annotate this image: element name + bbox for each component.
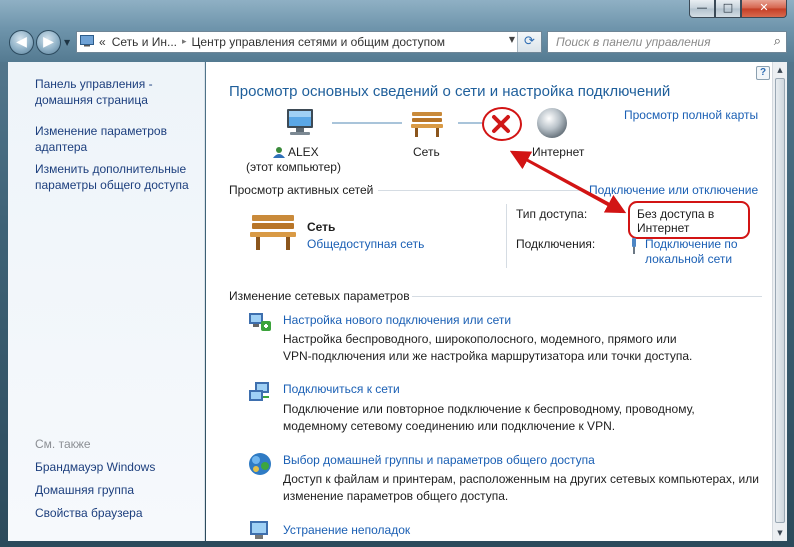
network-label: Сеть (413, 145, 440, 159)
computer-subtitle: (этот компьютер) (246, 160, 341, 174)
active-network-name: Сеть (307, 220, 336, 234)
computer-name: ALEX (288, 145, 319, 159)
recent-pages-dropdown-icon[interactable]: ▼ (64, 38, 70, 47)
homegroup-icon (249, 453, 271, 475)
search-icon[interactable]: ⌕ (774, 34, 781, 49)
control-panel-icon (77, 34, 97, 50)
troubleshoot-icon (250, 521, 268, 539)
minimize-button[interactable]: — (689, 0, 715, 18)
sidebar-item-adapter-settings[interactable]: Изменение параметров адаптера (35, 123, 167, 155)
scroll-thumb[interactable] (775, 78, 785, 523)
computer-icon (287, 109, 313, 135)
internet-globe-icon (537, 108, 567, 138)
network-bench-icon (411, 112, 443, 137)
sidebar-item-home[interactable]: Панель управления - домашняя страница (35, 76, 153, 108)
see-also-homegroup[interactable]: Домашняя группа (35, 482, 134, 498)
search-placeholder: Поиск в панели управления (556, 35, 711, 49)
task-homegroup-link[interactable]: Выбор домашней группы и параметров общег… (283, 453, 595, 467)
lan-connection-link[interactable]: Подключение по локальной сети (645, 237, 738, 267)
sidebar-item-sharing-settings[interactable]: Изменить дополнительные параметры общего… (35, 161, 189, 193)
annotation-box-access (628, 201, 750, 239)
task-new-connection-desc: Настройка беспроводного, широкополосного… (283, 332, 693, 363)
task-connect-network-link[interactable]: Подключиться к сети (283, 382, 400, 396)
task-new-connection-link[interactable]: Настройка нового подключения или сети (283, 313, 511, 327)
new-connection-icon (249, 313, 271, 331)
breadcrumb-network-internet[interactable]: Сеть и Ин... (112, 35, 177, 49)
network-type-link[interactable]: Общедоступная сеть (307, 237, 424, 251)
page-title: Просмотр основных сведений о сети и наст… (229, 83, 671, 100)
see-also-browser-properties[interactable]: Свойства браузера (35, 505, 143, 521)
help-button[interactable]: ? (756, 66, 770, 80)
see-also-heading: См. также (35, 437, 91, 451)
maximize-button[interactable]: □ (715, 0, 741, 18)
scroll-up-icon[interactable]: ▲ (773, 63, 787, 77)
task-troubleshoot-link[interactable]: Устранение неполадок (283, 523, 410, 537)
see-also-firewall[interactable]: Брандмауэр Windows (35, 459, 155, 475)
annotation-circle-error (482, 107, 522, 141)
active-network-bench-icon (250, 215, 296, 250)
address-bar[interactable]: « Сеть и Ин... ▸ Центр управления сетями… (76, 31, 542, 53)
breadcrumb-network-center[interactable]: Центр управления сетями и общим доступом (192, 35, 446, 49)
user-icon (273, 147, 285, 158)
task-homegroup-desc: Доступ к файлам и принтерам, расположенн… (283, 472, 759, 503)
task-connect-network-desc: Подключение или повторное подключение к … (283, 402, 695, 433)
scrollbar[interactable]: ▲ ▼ (772, 62, 787, 541)
breadcrumb-separator[interactable]: ▸ (182, 37, 187, 47)
address-dropdown-icon[interactable]: ▼ (509, 35, 515, 44)
connections-label: Подключения: (516, 237, 596, 251)
refresh-icon[interactable]: ⟳ (517, 32, 541, 52)
root-marker[interactable]: « (99, 35, 106, 49)
back-button[interactable]: ◀ (9, 30, 34, 55)
close-button[interactable]: ✕ (741, 0, 787, 18)
map-link-line-broken (458, 122, 484, 124)
full-map-link[interactable]: Просмотр полной карты (624, 108, 758, 122)
active-networks-heading: Просмотр активных сетей (229, 183, 374, 197)
scroll-down-icon[interactable]: ▼ (773, 526, 787, 540)
forward-button[interactable]: ▶ (36, 30, 61, 55)
lan-connection-icon (632, 238, 636, 254)
annotation-arrow-icon (509, 150, 627, 214)
change-settings-heading: Изменение сетевых параметров (229, 289, 410, 303)
connect-network-icon (249, 382, 269, 401)
section-divider-2 (412, 296, 762, 297)
search-input[interactable]: Поиск в панели управления ⌕ (547, 31, 787, 53)
map-link-line (332, 122, 402, 124)
